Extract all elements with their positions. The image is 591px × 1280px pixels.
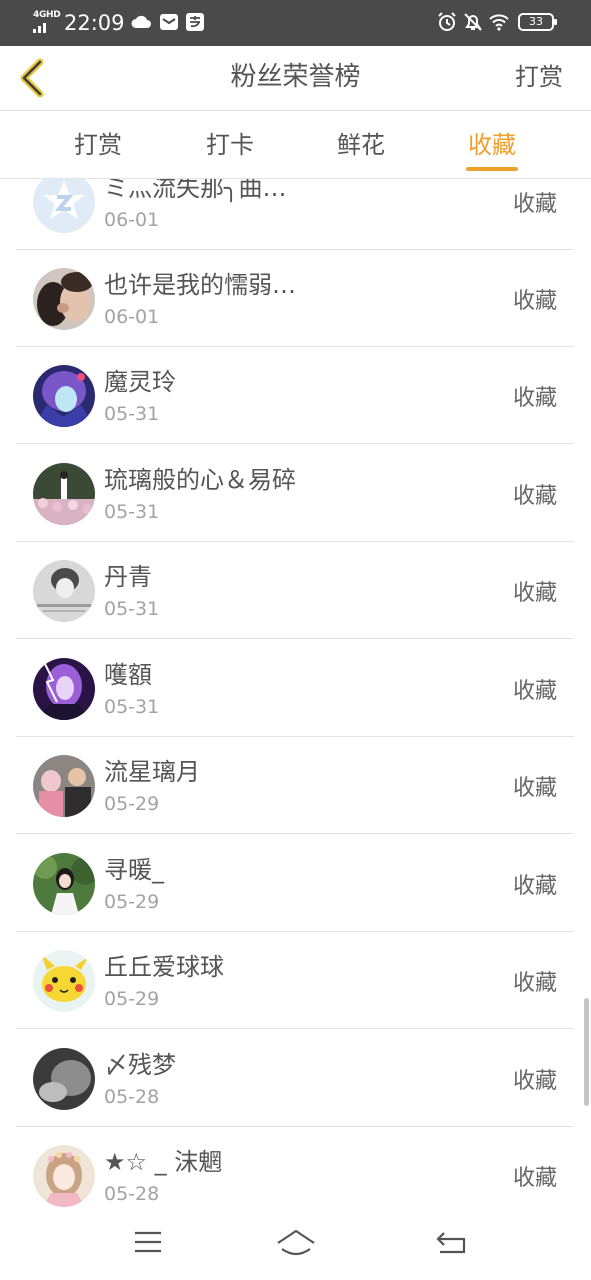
list-item[interactable]: 流星璃月 05-29 收藏: [16, 737, 574, 834]
fan-name: 丹青: [104, 563, 152, 591]
fan-action-label: 收藏: [512, 192, 557, 217]
dark-gray-avatar: [33, 1048, 95, 1110]
network-type: 4GHD: [33, 10, 61, 20]
list-item[interactable]: 魔灵玲 05-31 收藏: [16, 347, 574, 444]
clock: 22:09: [64, 11, 125, 35]
fan-name: 丘丘爱球球: [104, 953, 224, 981]
fan-action-label: 收藏: [512, 679, 557, 704]
fan-action-label: 收藏: [512, 386, 557, 411]
list-item[interactable]: ★☆ _ 沫魍 05-28 收藏: [16, 1127, 574, 1209]
list-item[interactable]: 也许是我的懦弱… 06-01 收藏: [16, 250, 574, 347]
list-item[interactable]: 寻暖_ 05-29 收藏: [16, 835, 574, 932]
cloud-icon: [131, 15, 151, 28]
fan-date: 05-29: [104, 793, 160, 815]
fan-name: 琉璃般的心＆易碎: [104, 466, 296, 494]
scrollbar[interactable]: [584, 998, 589, 1106]
fan-name: 〆残梦: [104, 1051, 176, 1079]
fan-action-label: 收藏: [512, 874, 557, 899]
anime-girl-avatar: [33, 365, 95, 427]
fan-name: 寻暖_: [104, 856, 164, 884]
fan-date: 05-31: [104, 598, 160, 620]
pikachu-avatar: [33, 950, 95, 1012]
tab-reward[interactable]: 打赏: [48, 111, 148, 179]
reward-button[interactable]: 打赏: [515, 46, 563, 108]
fan-date: 05-28: [104, 1086, 160, 1108]
fan-name: 流星璃月: [104, 758, 200, 786]
fan-name: 魔灵玲: [104, 368, 176, 396]
wifi-icon: [489, 14, 509, 31]
fan-name: 也许是我的懦弱…: [104, 271, 296, 299]
tab-bar: 打赏 打卡 鲜花 收藏: [0, 111, 591, 178]
list-item[interactable]: 〆残梦 05-28 收藏: [16, 1030, 574, 1127]
page-title: 粉丝荣誉榜: [230, 62, 361, 92]
list-item[interactable]: 琉璃般的心＆易碎 05-31 收藏: [16, 445, 574, 542]
fan-date: 05-29: [104, 988, 160, 1010]
menu-icon[interactable]: [128, 1225, 168, 1259]
girl-flower-crown-avatar: [33, 1145, 95, 1207]
home-icon[interactable]: [276, 1225, 316, 1259]
fan-date: 05-28: [104, 1183, 160, 1205]
system-nav-bar: [0, 1209, 591, 1280]
girl-outdoor-avatar: [33, 853, 95, 915]
tab-checkin[interactable]: 打卡: [180, 111, 280, 179]
fan-list: ミ灬流失那╮曲… 06-01 收藏 也许是我的懦弱… 06-01 收藏 魔灵玲 …: [0, 179, 591, 1209]
family-photo-avatar: [33, 755, 95, 817]
status-bar: 4GHD 22:09 33: [0, 0, 591, 46]
battery-indicator: 33: [518, 13, 557, 31]
list-item[interactable]: 丹青 05-31 收藏: [16, 542, 574, 639]
fan-name: 嚄額: [104, 661, 152, 689]
fan-action-label: 收藏: [512, 1166, 557, 1191]
back-arrow-icon[interactable]: [430, 1225, 470, 1259]
signal-icon: 4GHD: [30, 10, 61, 33]
active-tab-indicator: [466, 167, 518, 171]
grayscale-portrait-avatar: [33, 560, 95, 622]
flower-field-avatar: [33, 463, 95, 525]
default-avatar-icon: [33, 179, 95, 233]
alipay-icon: [186, 13, 204, 31]
alarm-icon: [438, 12, 456, 31]
fan-date: 05-31: [104, 696, 160, 718]
tab-flowers[interactable]: 鲜花: [311, 111, 411, 179]
list-item[interactable]: ミ灬流失那╮曲… 06-01 收藏: [16, 179, 574, 250]
fan-action-label: 收藏: [512, 484, 557, 509]
fan-action-label: 收藏: [512, 971, 557, 996]
fan-date: 05-31: [104, 403, 160, 425]
fan-date: 06-01: [104, 306, 160, 328]
couple-photo-avatar: [33, 268, 95, 330]
fan-name: ★☆ _ 沫魍: [104, 1148, 223, 1176]
top-app-bar: 粉丝荣誉榜 打赏: [0, 46, 591, 110]
fan-name: ミ灬流失那╮曲…: [104, 179, 287, 202]
fan-action-label: 收藏: [512, 289, 557, 314]
fan-date: 05-31: [104, 501, 160, 523]
fan-action-label: 收藏: [512, 581, 557, 606]
mail-icon: [160, 14, 178, 30]
mute-bell-icon: [464, 13, 482, 31]
fan-date: 06-01: [104, 209, 160, 231]
fan-action-label: 收藏: [512, 776, 557, 801]
list-item[interactable]: 嚄額 05-31 收藏: [16, 640, 574, 737]
list-item[interactable]: 丘丘爱球球 05-29 收藏: [16, 932, 574, 1029]
fan-date: 05-29: [104, 891, 160, 913]
purple-lightning-avatar: [33, 658, 95, 720]
fan-action-label: 收藏: [512, 1069, 557, 1094]
